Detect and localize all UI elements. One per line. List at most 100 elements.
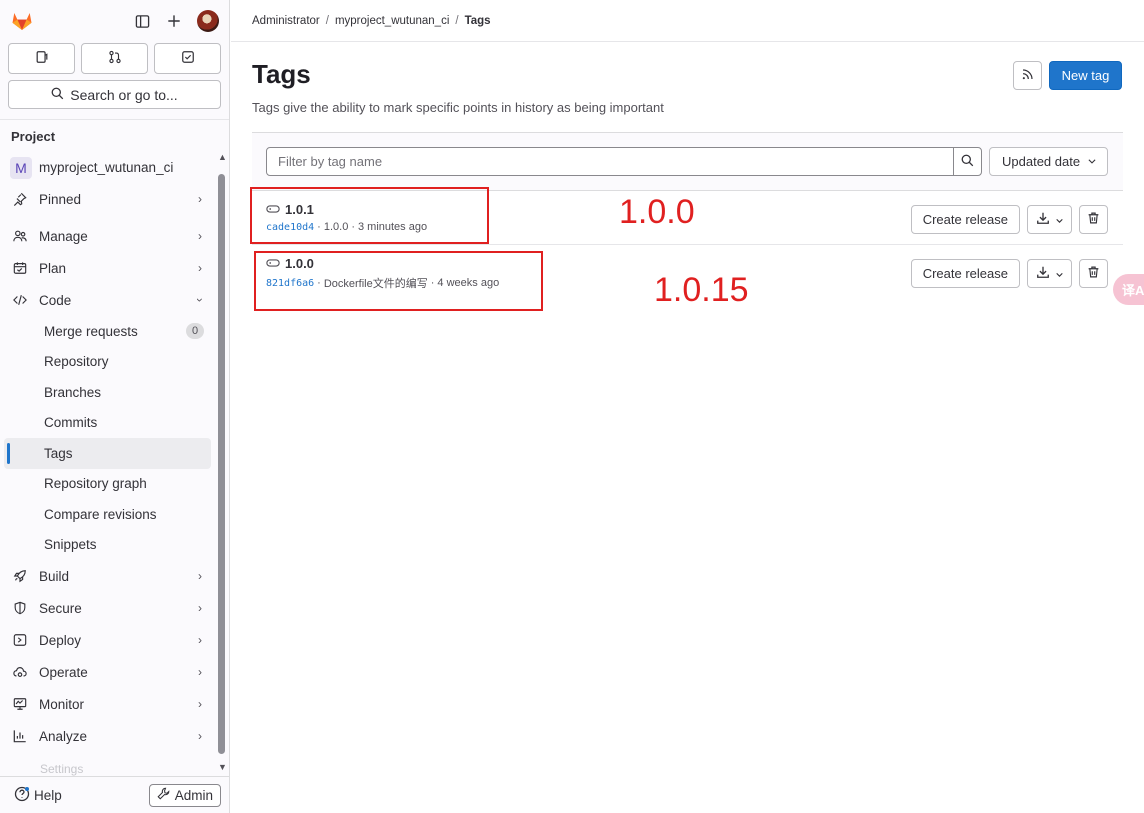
sidebar-label-repository-graph: Repository graph	[44, 476, 147, 492]
chevron-right-icon: ›	[198, 569, 202, 583]
calendar-icon	[12, 260, 28, 276]
chart-icon	[12, 728, 28, 744]
help-button[interactable]: Help	[14, 786, 62, 805]
breadcrumb-separator: /	[325, 14, 329, 27]
sidebar-subitem-merge-requests[interactable]: Merge requests 0	[4, 316, 211, 347]
sidebar-label-plan: Plan	[39, 260, 67, 276]
filter-search-button[interactable]	[953, 147, 982, 176]
issues-icon	[35, 50, 49, 67]
todo-icon	[181, 50, 195, 67]
filter-bar: Filter by tag name Updated date	[252, 132, 1123, 191]
sidebar-item-manage[interactable]: Manage ›	[0, 220, 214, 252]
sidebar-item-monitor[interactable]: Monitor ›	[0, 688, 214, 720]
admin-button[interactable]: Admin	[148, 783, 221, 807]
merge-requests-icon	[108, 50, 122, 67]
search-icon	[51, 87, 64, 103]
sidebar-top-bar	[0, 0, 229, 42]
plus-icon[interactable]	[165, 12, 183, 30]
user-avatar[interactable]	[197, 10, 219, 32]
chevron-down-icon	[1055, 266, 1064, 282]
tag-row-actions: Create release	[910, 205, 1108, 234]
sort-label: Updated date	[1002, 154, 1081, 169]
sidebar-item-operate[interactable]: Operate ›	[0, 656, 214, 688]
sidebar-subitem-branches[interactable]: Branches	[4, 377, 211, 408]
admin-label: Admin	[174, 787, 213, 803]
rocket-icon	[12, 568, 28, 584]
quick-actions	[0, 42, 229, 74]
trash-icon	[1087, 265, 1100, 282]
sidebar-section-title: Project	[11, 129, 56, 144]
scroll-thumb[interactable]	[218, 174, 225, 754]
sidebar-subitem-snippets[interactable]: Snippets	[4, 530, 211, 561]
sidebar-subitem-commits[interactable]: Commits	[4, 408, 211, 439]
todo-button[interactable]	[154, 43, 221, 74]
page-title: Tags	[252, 59, 311, 89]
sidebar-label-snippets: Snippets	[44, 537, 97, 553]
chevron-right-icon: ›	[198, 261, 202, 275]
sidebar-item-pinned[interactable]: Pinned ›	[0, 183, 214, 215]
thumbtack-icon	[12, 191, 28, 207]
sidebar-item-code[interactable]: Code ›	[0, 284, 214, 316]
sort-dropdown[interactable]: Updated date	[989, 147, 1108, 176]
sidebar-label-manage: Manage	[39, 228, 88, 244]
chevron-right-icon: ›	[198, 665, 202, 679]
sidebar-toggle-icon[interactable]	[133, 12, 151, 30]
download-dropdown[interactable]	[1027, 259, 1072, 288]
sidebar-label-operate: Operate	[39, 664, 88, 680]
tag-filter-input[interactable]: Filter by tag name	[266, 147, 954, 176]
issues-button[interactable]	[8, 43, 75, 74]
search-icon	[961, 154, 974, 170]
sidebar-label-merge-requests: Merge requests	[44, 323, 138, 339]
download-dropdown[interactable]	[1027, 205, 1072, 234]
create-release-button[interactable]: Create release	[910, 205, 1020, 234]
help-icon	[14, 786, 30, 805]
breadcrumb-item-project[interactable]: myproject_wutunan_ci	[335, 15, 449, 27]
sidebar-label-deploy: Deploy	[39, 632, 82, 648]
sidebar-label-analyze: Analyze	[39, 728, 88, 744]
annotation-label: 1.0.0	[619, 193, 695, 231]
trash-icon	[1087, 211, 1100, 228]
sidebar-subitem-tags[interactable]: Tags	[4, 438, 211, 469]
merge-requests-button[interactable]	[81, 43, 148, 74]
sidebar: Search or go to... Project M myproject_w…	[0, 0, 230, 813]
annotation-box	[250, 187, 489, 244]
breadcrumb-item-tags[interactable]: Tags	[465, 15, 491, 27]
sidebar-scrollbar[interactable]: ▲ ▼	[216, 152, 228, 772]
code-icon	[12, 292, 28, 308]
sidebar-item-build[interactable]: Build ›	[0, 560, 214, 592]
new-tag-button[interactable]: New tag	[1049, 61, 1122, 90]
sidebar-item-analyze[interactable]: Analyze ›	[0, 720, 214, 752]
annotation-label: 1.0.15	[654, 271, 749, 309]
sidebar-label-repository: Repository	[44, 354, 109, 370]
sidebar-subitem-repository-graph[interactable]: Repository graph	[4, 469, 211, 500]
sidebar-item-secure[interactable]: Secure ›	[0, 592, 214, 624]
sidebar-label-tags: Tags	[44, 445, 73, 461]
sidebar-label-compare-revisions: Compare revisions	[44, 506, 157, 522]
sidebar-subitem-repository[interactable]: Repository	[4, 347, 211, 378]
help-label: Help	[34, 787, 62, 803]
annotation-box	[254, 251, 543, 311]
translate-floating-button[interactable]: 译A	[1113, 274, 1144, 305]
wrench-icon	[157, 787, 170, 803]
shield-icon	[12, 600, 28, 616]
users-icon	[12, 228, 28, 244]
sidebar-project-item[interactable]: M myproject_wutunan_ci	[0, 152, 214, 183]
breadcrumb-item-administrator[interactable]: Administrator	[252, 15, 320, 27]
page-description: Tags give the ability to mark specific p…	[252, 100, 664, 115]
rss-button[interactable]	[1013, 61, 1042, 90]
project-name: myproject_wutunan_ci	[39, 160, 174, 175]
sidebar-item-plan[interactable]: Plan ›	[0, 252, 214, 284]
gitlab-logo-icon[interactable]	[10, 9, 34, 33]
chevron-right-icon: ›	[198, 633, 202, 647]
search-button[interactable]: Search or go to...	[8, 80, 221, 109]
sidebar-subitem-compare-revisions[interactable]: Compare revisions	[4, 499, 211, 530]
deploy-icon	[12, 632, 28, 648]
sidebar-item-deploy[interactable]: Deploy ›	[0, 624, 214, 656]
sidebar-label-build: Build	[39, 568, 70, 584]
create-release-button[interactable]: Create release	[910, 259, 1020, 288]
scroll-up-icon[interactable]: ▲	[218, 152, 227, 162]
delete-tag-button[interactable]	[1079, 205, 1108, 234]
scroll-down-icon[interactable]: ▼	[218, 762, 227, 772]
delete-tag-button[interactable]	[1079, 259, 1108, 288]
download-icon	[1036, 211, 1050, 228]
